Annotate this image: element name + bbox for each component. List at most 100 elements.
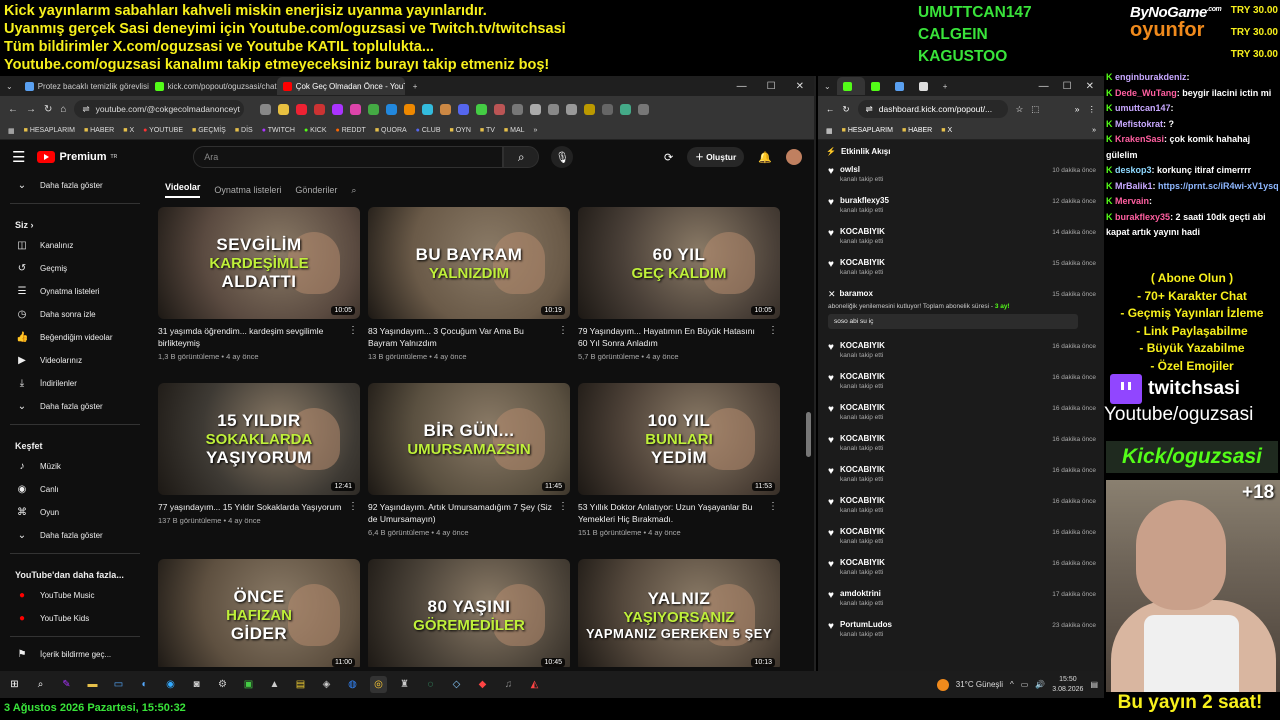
cast-icon[interactable]: ⟳ bbox=[664, 151, 673, 164]
avatar[interactable] bbox=[786, 149, 802, 165]
settings-icon[interactable]: ⚙ bbox=[214, 676, 231, 693]
reload-icon[interactable]: ↻ bbox=[843, 104, 850, 115]
bell-icon[interactable]: 🔔 bbox=[758, 151, 772, 164]
scrollbar-thumb[interactable] bbox=[806, 412, 811, 457]
maximize-icon[interactable]: ☐ bbox=[1063, 81, 1072, 92]
extension-icon[interactable] bbox=[602, 103, 614, 115]
event-username[interactable]: owlsl bbox=[840, 165, 883, 174]
notes-icon[interactable]: ▤ bbox=[292, 676, 309, 693]
browser-tab[interactable] bbox=[865, 77, 889, 95]
bookmark-folder[interactable]: ■ X bbox=[123, 127, 134, 134]
event-username[interactable]: KOCABIYIK bbox=[840, 527, 885, 536]
video-thumbnail[interactable]: BU BAYRAM YALNIZDIM 10:19 bbox=[368, 207, 570, 319]
profile-icon[interactable] bbox=[620, 103, 632, 115]
video-title[interactable]: 92 Yaşındayım. Artık Umursamadığım 7 Şey… bbox=[368, 501, 570, 525]
browser-tab[interactable]: Protez bacaklı temizlik görevlisi bbox=[19, 77, 149, 95]
extension-icon[interactable] bbox=[476, 103, 488, 115]
create-button[interactable]: ＋ Oluştur bbox=[687, 147, 745, 167]
more-options-icon[interactable]: ⋮ bbox=[768, 501, 778, 512]
bookmark-folder[interactable]: ■ X bbox=[941, 127, 952, 134]
bookmark-folder[interactable]: ■ HABER bbox=[84, 127, 114, 134]
event-username[interactable]: KOCABIYIK bbox=[840, 341, 885, 350]
sidebar-item-live[interactable]: ◉ Canlı bbox=[0, 478, 150, 501]
windows-start-icon[interactable]: ⊞ bbox=[6, 676, 23, 693]
more-options-icon[interactable]: ⋮ bbox=[348, 501, 358, 512]
browser-icon[interactable]: ◉ bbox=[162, 676, 179, 693]
more-bookmarks-icon[interactable]: » bbox=[534, 127, 538, 134]
bookmark-folder[interactable]: ● CLUB bbox=[416, 127, 441, 134]
forward-icon[interactable]: → bbox=[26, 104, 36, 115]
sidebar-item-history[interactable]: ↺ Geçmiş bbox=[0, 257, 150, 280]
bookmark-folder[interactable]: ■ OYN bbox=[450, 127, 471, 134]
sidebar-item-channel[interactable]: ◫ Kanalınız bbox=[0, 234, 150, 257]
event-username[interactable]: KOCABIYIK bbox=[840, 258, 885, 267]
app-icon[interactable]: ◈ bbox=[318, 676, 335, 693]
event-username[interactable]: PortumLudos bbox=[840, 620, 892, 629]
sidebar-item-yt-music[interactable]: ● YouTube Music bbox=[0, 584, 150, 607]
app-icon[interactable]: ◆ bbox=[474, 676, 491, 693]
sidebar-item-playlists[interactable]: ☰ Oynatma listeleri bbox=[0, 280, 150, 303]
bookmark-folder[interactable]: ● KICK bbox=[304, 127, 327, 134]
tab-list-icon[interactable]: ⌄ bbox=[818, 82, 837, 91]
event-username[interactable]: KOCABIYIK bbox=[840, 403, 885, 412]
sidebar-more[interactable]: ⌄ Daha fazla göster bbox=[0, 524, 150, 547]
sidebar-item-downloads[interactable]: ⤓ İndirilenler bbox=[0, 372, 150, 395]
video-card[interactable]: 80 YAŞINI GÖREMEDİLER 10:45 bbox=[368, 559, 570, 667]
extension-icon[interactable] bbox=[350, 103, 362, 115]
pen-icon[interactable]: ✎ bbox=[58, 676, 75, 693]
extension-icon[interactable] bbox=[458, 103, 470, 115]
close-icon[interactable]: ✕ bbox=[796, 81, 804, 92]
extension-icon[interactable] bbox=[386, 103, 398, 115]
tab-list-icon[interactable]: ⌄ bbox=[0, 82, 19, 91]
sidebar-section-you[interactable]: Siz › bbox=[0, 210, 150, 234]
event-username[interactable]: KOCABIYIK bbox=[840, 372, 885, 381]
extension-icon[interactable] bbox=[404, 103, 416, 115]
bookmark-folder[interactable]: ■ DİS bbox=[235, 127, 253, 134]
youtube-logo[interactable]: Premium TR bbox=[37, 151, 117, 163]
video-thumbnail[interactable]: BİR GÜN... UMURSAMAZSIN 11:45 bbox=[368, 383, 570, 495]
video-card[interactable]: BU BAYRAM YALNIZDIM 10:19 83 Yaşındayım... … bbox=[368, 207, 570, 361]
bookmark-folder[interactable]: ● TWITCH bbox=[262, 127, 295, 134]
sidebar-item-yt-kids[interactable]: ● YouTube Kids bbox=[0, 607, 150, 630]
event-username[interactable]: burakflexy35 bbox=[840, 196, 889, 205]
reload-icon[interactable]: ↻ bbox=[44, 104, 52, 115]
event-username[interactable]: KOCABIYIK bbox=[840, 558, 885, 567]
sidebar-item-report[interactable]: ⚑ İçerik bildirme geç... bbox=[0, 643, 150, 666]
video-title[interactable]: 83 Yaşındayım... 3 Çocuğum Var Ama Bu Ba… bbox=[368, 325, 570, 349]
event-username[interactable]: KOCABIYIK bbox=[840, 465, 885, 474]
folder-icon[interactable]: ▬ bbox=[84, 676, 101, 693]
tab-playlists[interactable]: Oynatma listeleri bbox=[214, 185, 281, 195]
more-icon[interactable]: » bbox=[1075, 104, 1080, 114]
network-icon[interactable]: ▭ bbox=[1021, 680, 1029, 689]
app-icon[interactable]: ◍ bbox=[344, 676, 361, 693]
bookmark-folder[interactable]: ● YOUTUBE bbox=[143, 127, 183, 134]
more-options-icon[interactable]: ⋮ bbox=[558, 501, 568, 512]
bookmark-folder[interactable]: ■ GEÇMİŞ bbox=[192, 127, 226, 134]
video-card[interactable]: 15 YILDIR SOKAKLARDA YAŞIYORUM 12:41 77 yaşı… bbox=[158, 383, 360, 525]
back-icon[interactable]: ← bbox=[8, 104, 18, 115]
notification-icon[interactable]: ▤ bbox=[1090, 680, 1098, 689]
bookmark-folder[interactable]: ■ HESAPLARIM bbox=[842, 127, 893, 134]
bookmark-folder[interactable]: ● REDDT bbox=[336, 127, 366, 134]
extension-icon[interactable] bbox=[332, 103, 344, 115]
extension-icon[interactable] bbox=[566, 103, 578, 115]
home-icon[interactable]: ⌂ bbox=[60, 104, 66, 115]
search-button[interactable]: ⌕ bbox=[503, 146, 540, 168]
bookmark-folder[interactable]: ■ HABER bbox=[902, 127, 932, 134]
star-icon[interactable] bbox=[278, 103, 290, 115]
video-title[interactable]: 79 Yaşındayım... Hayatımın En Büyük Hata… bbox=[578, 325, 780, 349]
extension-icon[interactable] bbox=[368, 103, 380, 115]
extension-icon[interactable] bbox=[260, 103, 272, 115]
extension-icon[interactable]: ⬚ bbox=[1031, 104, 1039, 115]
video-card[interactable]: BİR GÜN... UMURSAMAZSIN 11:45 92 Yaşındayım… bbox=[368, 383, 570, 537]
extension-icon[interactable] bbox=[584, 103, 596, 115]
bookmark-folder[interactable]: ■ MAL bbox=[504, 127, 525, 134]
close-icon[interactable]: ✕ bbox=[1086, 81, 1094, 92]
bookmark-folder[interactable]: ■ TV bbox=[480, 127, 495, 134]
extension-icon[interactable] bbox=[494, 103, 506, 115]
apps-icon[interactable]: ▦ bbox=[826, 127, 833, 135]
app-icon[interactable]: ♜ bbox=[396, 676, 413, 693]
extension-icon[interactable] bbox=[440, 103, 452, 115]
video-thumbnail[interactable]: YALNIZ YAŞIYORSANIZ YAPMANIZ GEREKEN 5 ŞEY… bbox=[578, 559, 780, 667]
extension-icon[interactable] bbox=[422, 103, 434, 115]
